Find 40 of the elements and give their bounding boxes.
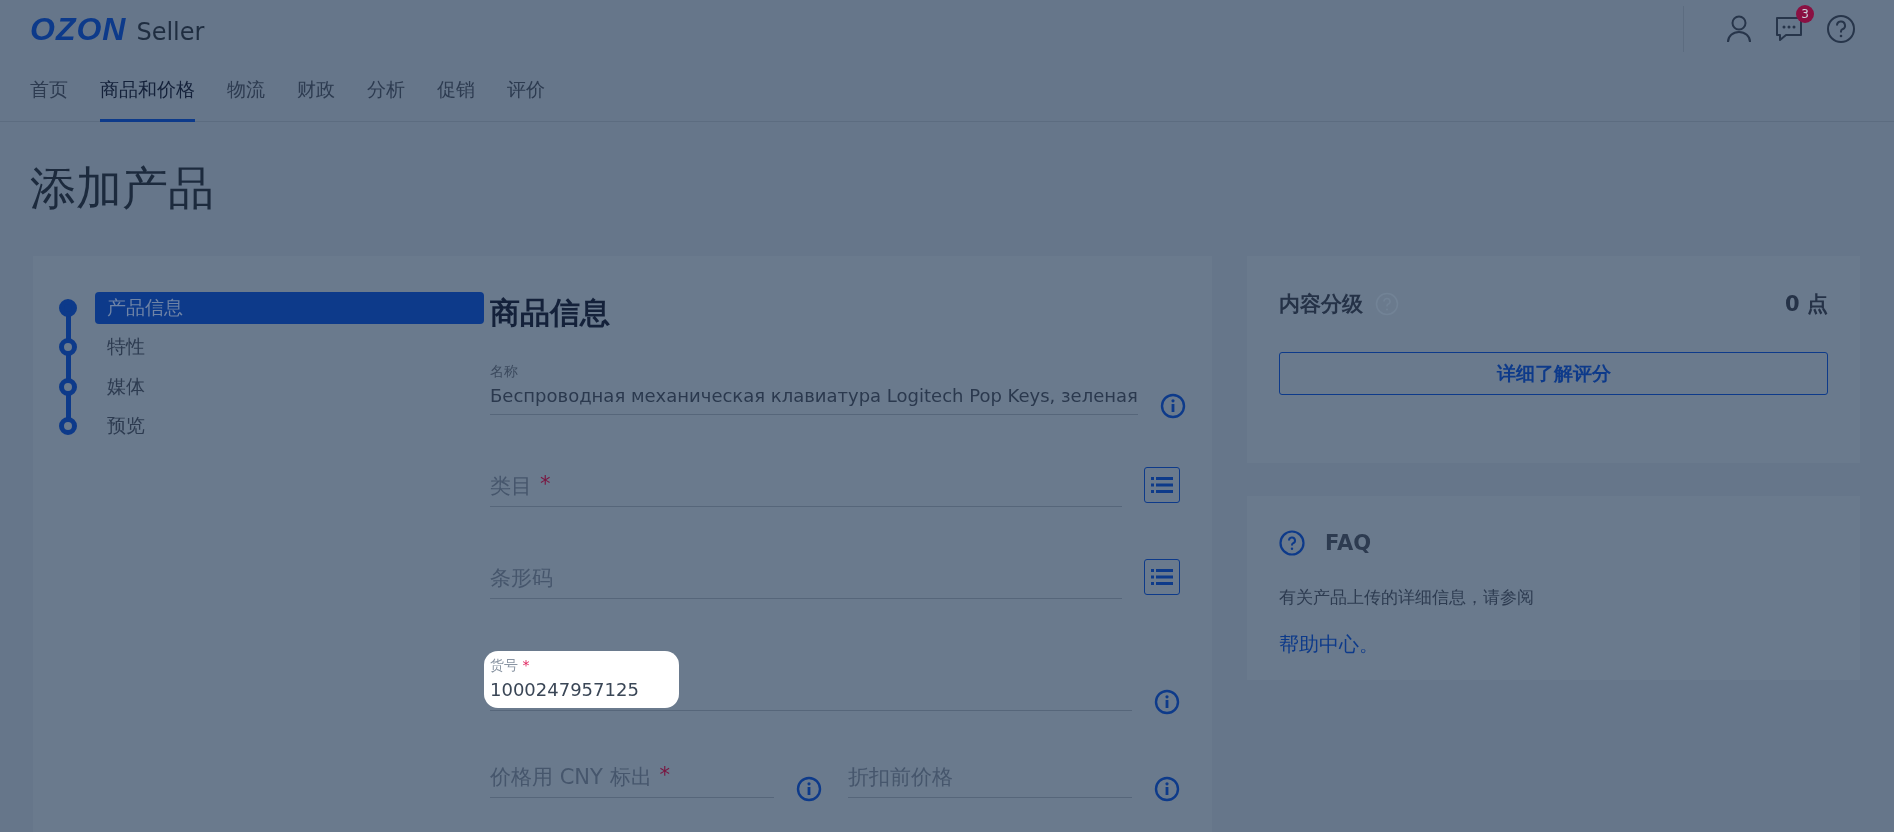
list-button[interactable] bbox=[1144, 559, 1180, 595]
section-title: 商品信息 bbox=[490, 294, 611, 332]
nav-tab[interactable]: 促销 bbox=[437, 58, 475, 122]
field-value: Беспроводная механическая клавиатура Logitech Pop Keys, зеленая bbox=[490, 385, 1138, 406]
logo[interactable]: OZON bbox=[30, 10, 127, 48]
rating-title: 内容分级 bbox=[1279, 291, 1363, 318]
step-item[interactable]: 媒体 bbox=[95, 370, 484, 403]
info-icon[interactable] bbox=[796, 776, 822, 802]
info-icon[interactable] bbox=[1154, 776, 1180, 802]
field-value: 1000247957125 bbox=[490, 679, 639, 700]
chat-icon[interactable] bbox=[1774, 15, 1804, 43]
list-icon bbox=[1151, 569, 1173, 585]
help-center-link[interactable]: 帮助中心。 bbox=[1279, 631, 1379, 658]
learn-more-button[interactable]: 详细了解评分 bbox=[1279, 352, 1828, 395]
page-title: 添加产品 bbox=[30, 160, 215, 216]
nav-tab[interactable]: 财政 bbox=[297, 58, 335, 122]
required-mark: * bbox=[659, 763, 671, 789]
logo-suffix: Seller bbox=[136, 17, 205, 46]
step-item[interactable]: 预览 bbox=[95, 410, 484, 443]
list-button[interactable] bbox=[1144, 467, 1180, 503]
rating-score: 0 点 bbox=[1785, 291, 1828, 318]
input-field[interactable]: 货号 * 1000247957125 bbox=[484, 651, 679, 708]
help-icon[interactable] bbox=[1826, 14, 1856, 44]
step-item[interactable]: 产品信息 bbox=[95, 291, 484, 324]
help-icon bbox=[1279, 530, 1305, 556]
user-icon[interactable] bbox=[1726, 15, 1752, 43]
list-icon bbox=[1151, 477, 1173, 493]
info-icon[interactable] bbox=[1154, 689, 1180, 715]
step-item[interactable]: 特性 bbox=[95, 331, 484, 364]
faq-title: FAQ bbox=[1325, 531, 1372, 555]
nav-tab[interactable]: 分析 bbox=[367, 58, 405, 122]
notification-badge: 3 bbox=[1796, 5, 1814, 23]
info-icon[interactable] bbox=[1159, 393, 1186, 419]
nav-tab[interactable]: 评价 bbox=[507, 58, 545, 122]
required-mark: * bbox=[540, 472, 551, 498]
faq-text: 有关产品上传的详细信息，请参阅 bbox=[1279, 586, 1535, 609]
field-label: 货号 * bbox=[490, 657, 531, 675]
nav-tab[interactable]: 商品和价格 bbox=[100, 58, 195, 122]
nav-tab[interactable]: 首页 bbox=[30, 58, 68, 122]
nav-tab[interactable]: 物流 bbox=[227, 58, 265, 122]
